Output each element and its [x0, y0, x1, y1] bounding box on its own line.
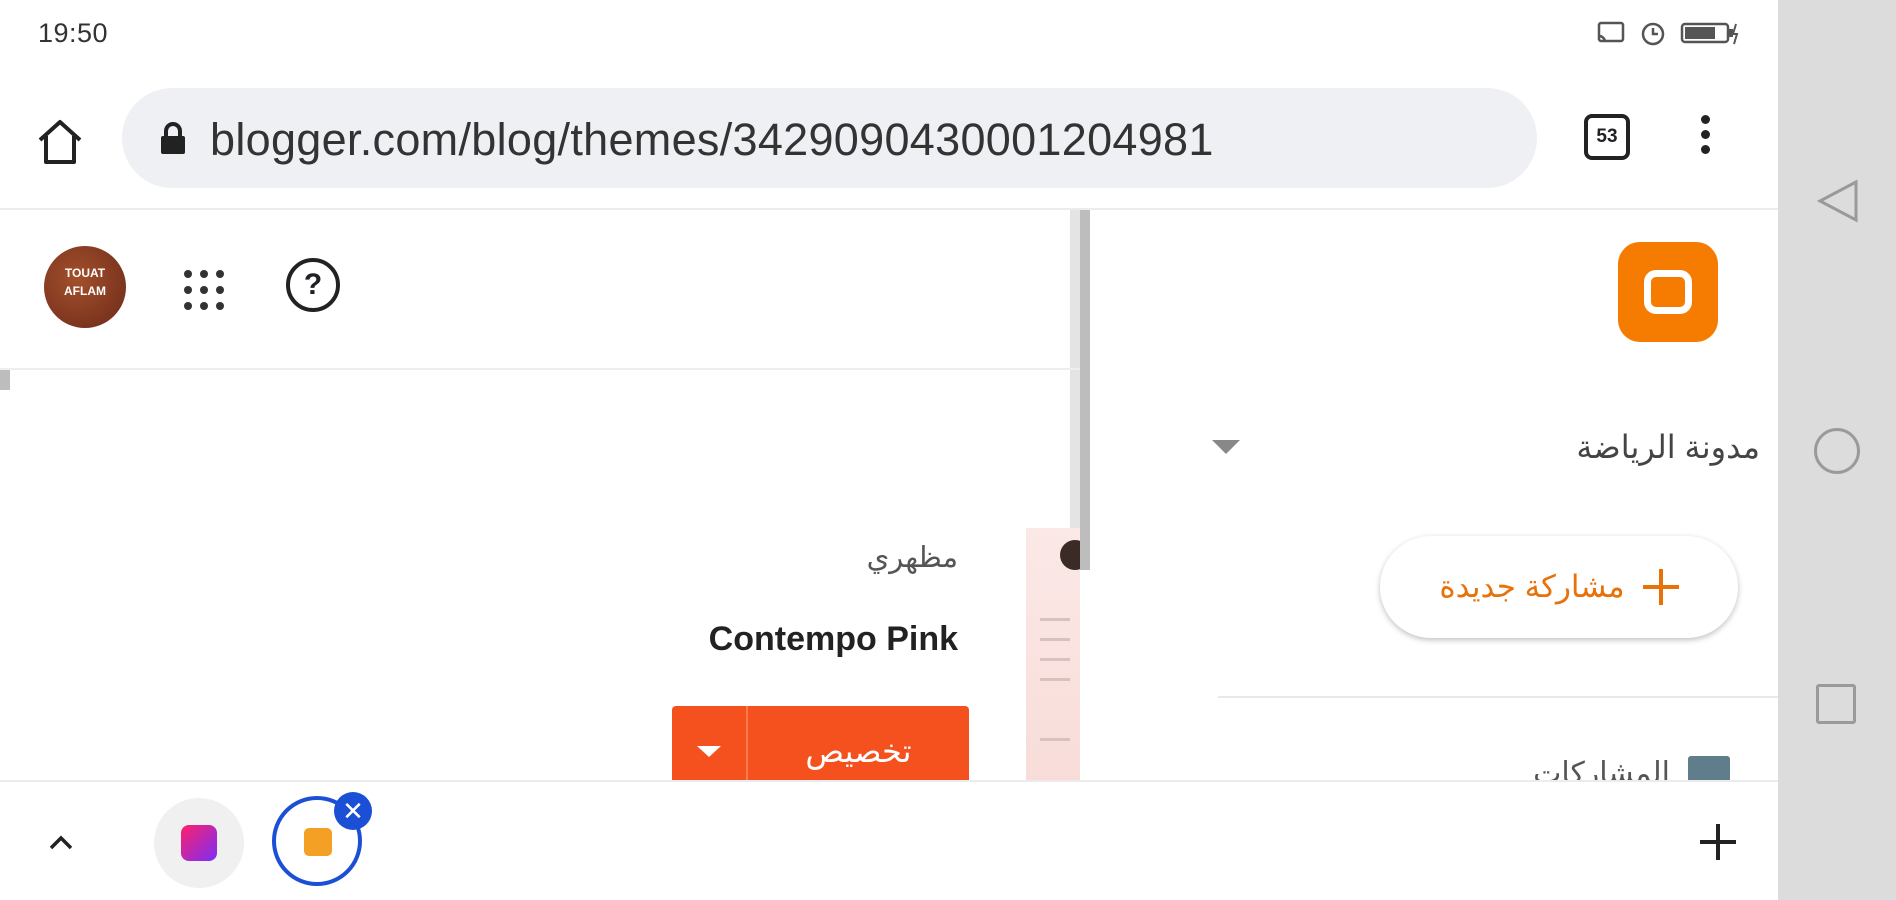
home-nav-icon[interactable] — [1814, 428, 1860, 474]
tab-thumbnail-1[interactable] — [154, 798, 244, 888]
overflow-menu-icon[interactable] — [1690, 110, 1720, 166]
theme-section-label: مظهري — [866, 542, 958, 574]
cast-icon — [1597, 21, 1625, 43]
help-icon[interactable]: ? — [286, 258, 340, 312]
blogger-favicon-icon — [304, 828, 332, 856]
system-nav-bar — [1778, 0, 1896, 900]
address-bar[interactable]: blogger.com/blog/themes/3429090430001204… — [122, 88, 1537, 188]
theme-preview-thumbnail[interactable] — [1026, 528, 1090, 780]
customize-dropdown-button[interactable] — [672, 706, 748, 780]
status-icons — [1596, 18, 1740, 48]
blogger-logo[interactable] — [1618, 242, 1718, 342]
customize-button-group: تخصيص — [672, 706, 969, 780]
lock-icon — [161, 122, 185, 154]
sidebar-item-label: المشاركات — [1533, 757, 1670, 780]
status-bar: 19:50 — [0, 0, 1778, 70]
pane-scrollbar[interactable] — [1080, 210, 1090, 570]
sidebar-divider — [1218, 696, 1778, 698]
thumbnail-line — [1040, 678, 1070, 681]
new-post-label: مشاركة جديدة — [1439, 569, 1625, 604]
posts-icon — [1688, 756, 1730, 780]
sidebar: مدونة الرياضة مشاركة جديدة المشاركات — [1090, 210, 1778, 780]
back-icon[interactable] — [1816, 178, 1860, 224]
tab-switcher-button[interactable]: 53 — [1584, 114, 1630, 160]
app-favicon-icon — [181, 825, 217, 861]
blog-selector[interactable]: مدونة الرياضة — [1150, 420, 1760, 480]
close-tab-icon[interactable]: ✕ — [334, 792, 372, 830]
apps-grid-icon[interactable] — [180, 266, 228, 314]
thumbnail-line — [1040, 638, 1070, 641]
sidebar-item-posts[interactable]: المشاركات — [1450, 756, 1778, 780]
thumbnail-line — [1040, 658, 1070, 661]
blogger-topbar: TOUAT AFLAM ? — [0, 210, 1080, 370]
plus-icon — [1642, 569, 1679, 605]
battery-charging-icon — [1680, 22, 1739, 45]
caret-down-icon — [697, 745, 721, 757]
avatar[interactable]: TOUAT AFLAM — [44, 246, 126, 328]
bottom-tab-strip: ✕ — [0, 780, 1778, 900]
thumbnail-line — [1040, 738, 1070, 741]
chevron-down-icon — [1212, 440, 1240, 454]
blogger-logo-mark — [1644, 270, 1692, 314]
home-icon[interactable] — [30, 112, 90, 172]
main-pane: TOUAT AFLAM ? مظهري Contempo Pink تخصيص — [0, 210, 1090, 780]
chevron-up-icon[interactable] — [48, 830, 74, 856]
thumbnail-line — [1040, 618, 1070, 621]
blogger-page: TOUAT AFLAM ? مظهري Contempo Pink تخصيص — [0, 210, 1778, 780]
url-text[interactable]: blogger.com/blog/themes/3429090430001204… — [210, 114, 1214, 166]
alarm-icon — [1641, 22, 1665, 46]
blog-name: مدونة الرياضة — [1576, 429, 1760, 465]
recents-icon[interactable] — [1816, 684, 1856, 724]
new-post-button[interactable]: مشاركة جديدة — [1380, 536, 1738, 638]
new-tab-button[interactable] — [1698, 822, 1738, 862]
customize-button[interactable]: تخصيص — [748, 706, 969, 780]
theme-name: Contempo Pink — [708, 620, 958, 658]
browser-toolbar: blogger.com/blog/themes/3429090430001204… — [0, 70, 1778, 210]
edge-marker — [0, 370, 10, 390]
status-time: 19:50 — [38, 18, 109, 48]
